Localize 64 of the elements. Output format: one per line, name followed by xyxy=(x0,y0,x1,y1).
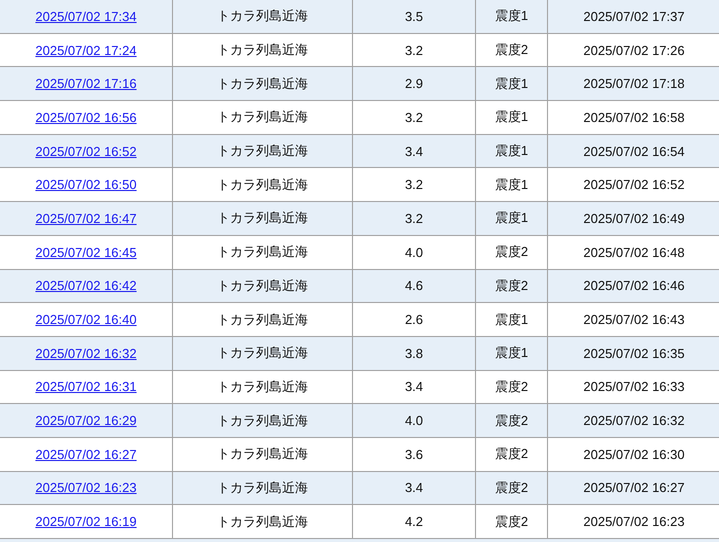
table-cell: 震度2 xyxy=(494,244,528,260)
table-cell: 2025/07/02 17:26 xyxy=(583,42,685,58)
table-cell: 震度2 xyxy=(494,278,528,293)
table-cell: 2025/07/02 16:23 xyxy=(583,514,685,530)
table-cell: 3.4 xyxy=(404,480,424,496)
table-cell: トカラ列島近海 xyxy=(217,345,308,360)
table-cell: 2025/07/02 16:33 xyxy=(583,379,685,394)
table-cell: 2025/07/02 16:48 xyxy=(583,244,685,260)
table-cell: 震度2 xyxy=(494,514,528,529)
table-cell: トカラ列島近海 xyxy=(217,378,308,394)
table-cell: 震度2 xyxy=(494,412,528,428)
table-cell: 震度2 xyxy=(494,480,528,495)
table-cell: 2025/07/02 16:30 xyxy=(583,446,685,462)
table-cell: 3.2 xyxy=(404,110,424,125)
table-cell: トカラ列島近海 xyxy=(217,244,308,260)
table-cell: 2025/07/02 16:54 xyxy=(583,144,685,159)
table-cell: 震度1 xyxy=(494,176,528,192)
table-cell: 2025/07/02 16:58 xyxy=(583,110,685,125)
table-cell: トカラ列島近海 xyxy=(217,42,308,58)
table-cell: 2025/07/02 16:46 xyxy=(583,278,685,294)
table-cell: 4.2 xyxy=(404,514,424,530)
table-cell: 震度2 xyxy=(494,42,528,58)
table-cell: トカラ列島近海 xyxy=(217,8,308,24)
table-cell: 2025/07/02 16:32 xyxy=(583,413,685,428)
table-cell: 3.2 xyxy=(404,42,424,58)
table-cell: 3.4 xyxy=(404,379,424,394)
table-cell: 3.2 xyxy=(404,210,424,226)
table-cell: トカラ列島近海 xyxy=(217,109,308,124)
table-cell: 2.6 xyxy=(404,312,424,328)
table-cell: トカラ列島近海 xyxy=(217,176,308,192)
table-cell: トカラ列島近海 xyxy=(217,76,308,91)
table-cell: 3.6 xyxy=(404,446,424,462)
table-cell: トカラ列島近海 xyxy=(217,312,308,327)
table-cell: 震度2 xyxy=(494,378,528,394)
table-cell: 震度1 xyxy=(494,109,528,124)
table-cell: 4.0 xyxy=(404,244,424,260)
table-cell: トカラ列島近海 xyxy=(217,480,308,495)
table-cell: 2025/07/02 16:43 xyxy=(583,312,685,328)
table-cell: 震度1 xyxy=(494,312,528,327)
table-cell: 震度1 xyxy=(494,210,528,226)
table-cell: トカラ列島近海 xyxy=(217,514,308,529)
table-cell: 3.4 xyxy=(404,144,424,159)
table-cell: 2.9 xyxy=(404,76,424,92)
table-cell: 2025/07/02 16:35 xyxy=(583,346,685,361)
table-cell: トカラ列島近海 xyxy=(217,210,308,226)
table-cell: 3.2 xyxy=(404,177,424,192)
table-cell: 2025/07/02 17:18 xyxy=(583,76,685,92)
table-cell: トカラ列島近海 xyxy=(217,446,308,462)
table-cell: 2025/07/02 16:52 xyxy=(583,177,685,192)
table-cell: 震度1 xyxy=(494,8,528,24)
table-cell: 3.8 xyxy=(404,346,424,361)
table-cell: 震度2 xyxy=(494,446,528,462)
table-cell: 4.6 xyxy=(404,278,424,294)
table-cell: 2025/07/02 16:49 xyxy=(583,210,685,226)
table-cell: 2025/07/02 16:27 xyxy=(583,480,685,496)
table-cell: 震度1 xyxy=(494,76,528,91)
table-cell: トカラ列島近海 xyxy=(217,143,308,158)
table-cell: 3.5 xyxy=(404,8,424,24)
table-cell: 2025/07/02 17:37 xyxy=(583,8,685,24)
table-cell: 震度1 xyxy=(494,345,528,360)
table-cell: トカラ列島近海 xyxy=(217,278,308,293)
table-cell: 4.0 xyxy=(404,413,424,428)
table-cell: トカラ列島近海 xyxy=(217,412,308,428)
table-cell: 震度1 xyxy=(494,143,528,158)
